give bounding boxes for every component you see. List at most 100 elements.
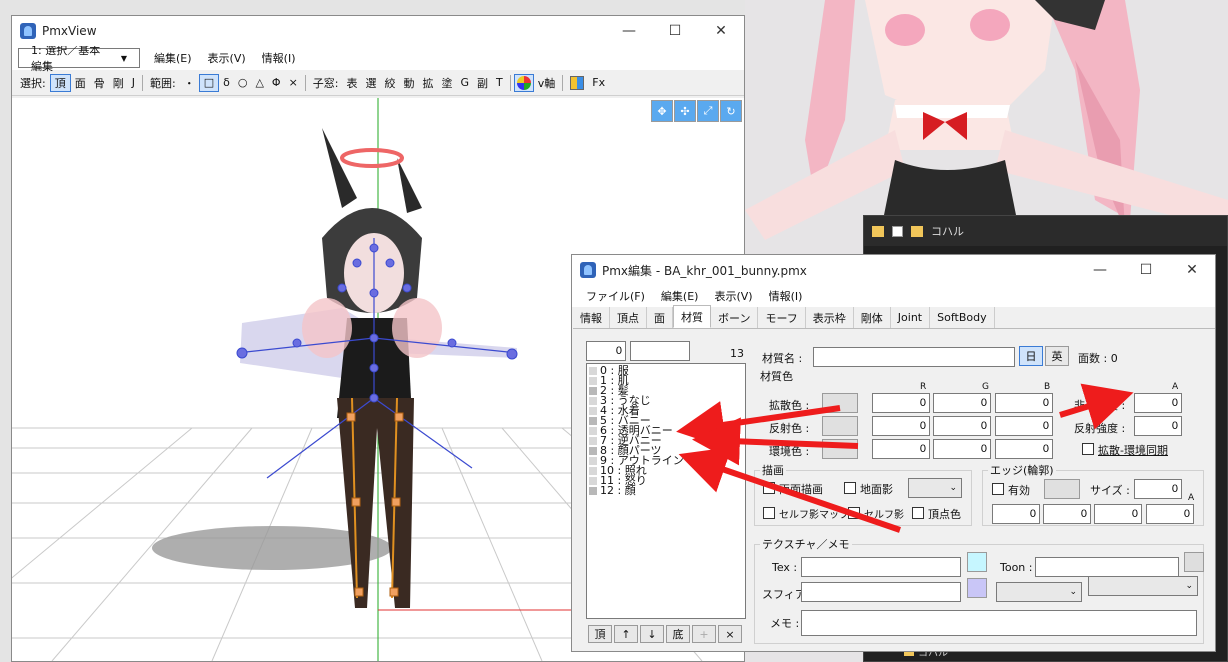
sphere-input[interactable] <box>801 582 961 602</box>
range-phi[interactable]: Φ <box>268 74 285 92</box>
select-joint[interactable]: J <box>128 74 139 92</box>
sync-checkbox[interactable] <box>1082 443 1094 455</box>
zoom-view-icon[interactable]: ⤢ <box>697 100 719 122</box>
child-t[interactable]: T <box>492 74 507 92</box>
range-dot[interactable]: ・ <box>180 74 199 92</box>
child-move[interactable]: 動 <box>400 74 419 92</box>
range-clear[interactable]: × <box>285 74 302 92</box>
child-filter[interactable]: 絞 <box>381 74 400 92</box>
v-axis-button[interactable]: v軸 <box>534 74 560 92</box>
rotate-view-icon[interactable]: ↻ <box>720 100 742 122</box>
menu-info-2[interactable]: 情報(I) <box>761 288 811 304</box>
menu-info[interactable]: 情報(I) <box>254 50 304 66</box>
edge-color-swatch[interactable] <box>1044 479 1080 499</box>
lang-en-button[interactable]: 英 <box>1045 346 1069 366</box>
child-sub[interactable]: 副 <box>473 74 492 92</box>
add-button[interactable]: + <box>692 625 716 643</box>
ambient-g[interactable] <box>933 439 991 459</box>
move-bottom-button[interactable]: 底 <box>666 625 690 643</box>
tab-face[interactable]: 面 <box>647 307 673 328</box>
edge-b[interactable] <box>1094 504 1142 524</box>
specular-r[interactable] <box>872 416 930 436</box>
menu-edit[interactable]: 編集(E) <box>146 50 200 66</box>
edge-r[interactable] <box>992 504 1040 524</box>
move-top-button[interactable]: 頂 <box>588 625 612 643</box>
pmxedit-close-button[interactable]: ✕ <box>1169 255 1215 285</box>
tab-vertex[interactable]: 頂点 <box>610 307 647 328</box>
material-index-input[interactable] <box>586 341 626 361</box>
pan-view-icon[interactable]: ✥ <box>651 100 673 122</box>
minimize-button[interactable]: — <box>606 16 652 46</box>
range-circle[interactable]: ○ <box>234 74 252 92</box>
toon-mode-select[interactable]: ⌄ <box>1088 576 1198 596</box>
specular-color-swatch[interactable] <box>822 416 858 436</box>
move-up-button[interactable]: ↑ <box>614 625 638 643</box>
ground-shadow-checkbox[interactable] <box>844 482 856 494</box>
double-sided-checkbox[interactable] <box>763 482 775 494</box>
diffuse-r[interactable] <box>872 393 930 413</box>
tab-display-frame[interactable]: 表示枠 <box>806 307 854 328</box>
self-shadow-checkbox[interactable] <box>848 507 860 519</box>
tab-rigid-body[interactable]: 剛体 <box>854 307 891 328</box>
tab-morph[interactable]: モーフ <box>758 307 806 328</box>
delete-button[interactable]: × <box>718 625 742 643</box>
tex-input[interactable] <box>801 557 961 577</box>
edge-a[interactable] <box>1146 504 1194 524</box>
tab-softbody[interactable]: SoftBody <box>930 307 995 328</box>
child-scale[interactable]: 拡 <box>419 74 438 92</box>
sphere-mode-select[interactable]: ⌄ <box>996 582 1082 602</box>
tab-material[interactable]: 材質 <box>673 305 711 328</box>
material-list[interactable]: 0 : 服 1 : 肌 2 : 髪 3 : うなじ 4 : 水着 5 : バニー… <box>586 363 746 619</box>
child-g[interactable]: G <box>457 74 474 92</box>
move-down-button[interactable]: ↓ <box>640 625 664 643</box>
fx-grid-icon[interactable] <box>566 74 588 92</box>
toon-color-swatch[interactable] <box>1184 552 1204 572</box>
mode-select[interactable]: 1: 選択／基本編集 ▼ <box>18 44 140 73</box>
power-input[interactable] <box>1134 416 1182 436</box>
lang-jp-button[interactable]: 日 <box>1019 346 1043 366</box>
ambient-color-swatch[interactable] <box>822 439 858 459</box>
self-shadow-map-checkbox[interactable] <box>763 507 775 519</box>
select-rigid[interactable]: 剛 <box>109 74 128 92</box>
memo-textarea[interactable] <box>801 610 1197 636</box>
diffuse-g[interactable] <box>933 393 991 413</box>
menu-view[interactable]: 表示(V) <box>200 50 254 66</box>
menu-edit-2[interactable]: 編集(E) <box>653 288 707 304</box>
sphere-color-swatch[interactable] <box>967 578 987 598</box>
tab-joint[interactable]: Joint <box>891 307 931 328</box>
edge-enable-checkbox[interactable] <box>992 483 1004 495</box>
specular-b[interactable] <box>995 416 1053 436</box>
menu-view-2[interactable]: 表示(V) <box>706 288 760 304</box>
list-item[interactable]: 12 : 顔 <box>587 485 745 496</box>
range-triangle[interactable]: △ <box>251 74 267 92</box>
child-select[interactable]: 選 <box>362 74 381 92</box>
pmxedit-maximize-button[interactable]: ☐ <box>1123 255 1169 285</box>
child-paint[interactable]: 塗 <box>438 74 457 92</box>
ambient-r[interactable] <box>872 439 930 459</box>
ambient-b[interactable] <box>995 439 1053 459</box>
tab-info[interactable]: 情報 <box>573 307 610 328</box>
draw-mode-select[interactable]: ⌄ <box>908 478 962 498</box>
child-table[interactable]: 表 <box>343 74 362 92</box>
maximize-button[interactable]: ☐ <box>652 16 698 46</box>
diffuse-color-swatch[interactable] <box>822 393 858 413</box>
material-search-input[interactable] <box>630 341 690 361</box>
fx-button[interactable]: Fx <box>588 74 609 92</box>
axis-toggle[interactable] <box>513 73 534 92</box>
select-face[interactable]: 面 <box>71 74 90 92</box>
toon-input[interactable] <box>1035 557 1179 577</box>
diffuse-b[interactable] <box>995 393 1053 413</box>
tab-bone[interactable]: ボーン <box>711 307 759 328</box>
menu-file[interactable]: ファイル(F) <box>578 288 653 304</box>
select-bone[interactable]: 骨 <box>90 74 109 92</box>
edge-size-input[interactable] <box>1134 479 1182 499</box>
tex-color-swatch[interactable] <box>967 552 987 572</box>
edge-g[interactable] <box>1043 504 1091 524</box>
range-rect[interactable]: □ <box>198 73 220 92</box>
alpha-input[interactable] <box>1134 393 1182 413</box>
range-delta[interactable]: δ <box>219 74 234 92</box>
vertex-color-checkbox[interactable] <box>912 507 924 519</box>
specular-g[interactable] <box>933 416 991 436</box>
move-view-icon[interactable]: ✣ <box>674 100 696 122</box>
close-button[interactable]: ✕ <box>698 16 744 46</box>
